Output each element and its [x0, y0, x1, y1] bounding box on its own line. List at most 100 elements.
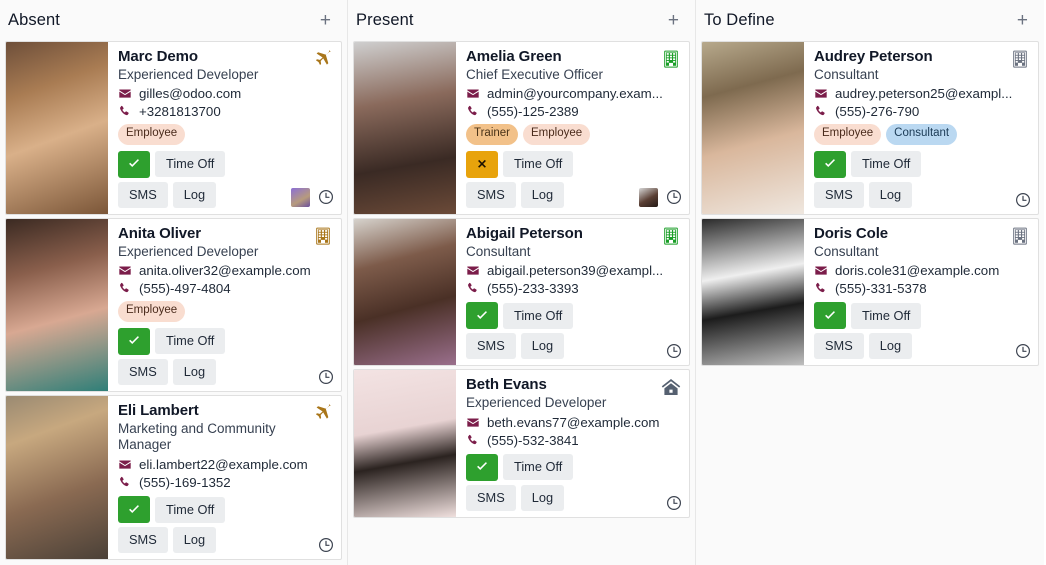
attendance-toggle-button[interactable] — [118, 328, 150, 355]
add-card-button[interactable]: + — [666, 11, 681, 30]
secondary-actions: SMS Log — [466, 485, 681, 511]
time-off-button[interactable]: Time Off — [503, 303, 573, 329]
card-body: Beth Evans Experienced Developer beth.ev… — [456, 370, 689, 516]
sms-button[interactable]: SMS — [814, 182, 864, 208]
employee-name: Abigail Peterson — [466, 225, 583, 243]
employee-card[interactable]: Anita Oliver Experienced Developer anita… — [5, 218, 342, 392]
employee-phone-row[interactable]: +3281813700 — [118, 104, 333, 119]
log-button[interactable]: Log — [521, 182, 564, 208]
clock-icon[interactable] — [318, 537, 334, 553]
attendance-toggle-button[interactable] — [118, 151, 150, 178]
add-card-button[interactable]: + — [1015, 11, 1030, 30]
employee-phone-row[interactable]: (555)-497-4804 — [118, 281, 333, 296]
clock-icon[interactable] — [666, 189, 682, 205]
employee-card[interactable]: Amelia Green Chief Executive Officer adm… — [353, 41, 690, 215]
employee-email-row[interactable]: abigail.peterson39@exampl... — [466, 263, 681, 278]
attendance-toggle-button[interactable] — [814, 302, 846, 329]
tag-list: Employee — [118, 124, 333, 145]
time-off-button[interactable]: Time Off — [851, 151, 921, 177]
employee-card[interactable]: Audrey Peterson Consultant audrey.peters… — [701, 41, 1039, 215]
employee-phone-row[interactable]: (555)-233-3393 — [466, 281, 681, 296]
attendance-toggle-button[interactable] — [814, 151, 846, 178]
employee-email-row[interactable]: eli.lambert22@example.com — [118, 457, 333, 472]
phone-icon — [466, 105, 480, 118]
sms-button[interactable]: SMS — [118, 527, 168, 553]
card-name-row: Beth Evans Experienced Developer — [466, 376, 681, 411]
card-body: Marc Demo Experienced Developer gilles@o… — [108, 42, 341, 214]
sms-button[interactable]: SMS — [466, 333, 516, 359]
time-off-button[interactable]: Time Off — [155, 497, 225, 523]
tag-employee[interactable]: Employee — [118, 301, 185, 322]
time-off-button[interactable]: Time Off — [851, 303, 921, 329]
card-name-row: Anita Oliver Experienced Developer — [118, 225, 333, 260]
clock-icon[interactable] — [666, 343, 682, 359]
employee-email-row[interactable]: beth.evans77@example.com — [466, 415, 681, 430]
log-button[interactable]: Log — [521, 485, 564, 511]
secondary-actions: SMS Log — [814, 182, 1030, 208]
tag-employee[interactable]: Employee — [814, 124, 881, 145]
envelope-icon — [118, 458, 132, 471]
sms-button[interactable]: SMS — [814, 333, 864, 359]
employee-phone-row[interactable]: (555)-169-1352 — [118, 475, 333, 490]
log-button[interactable]: Log — [869, 333, 912, 359]
employee-email: admin@yourcompany.exam... — [487, 86, 663, 101]
time-off-button[interactable]: Time Off — [155, 328, 225, 354]
employee-card[interactable]: Eli Lambert Marketing and Community Mana… — [5, 395, 342, 560]
log-button[interactable]: Log — [173, 182, 216, 208]
employee-phone-row[interactable]: (555)-331-5378 — [814, 281, 1030, 296]
employee-email-row[interactable]: audrey.peterson25@exampl... — [814, 86, 1030, 101]
assignee-avatar[interactable] — [638, 187, 659, 208]
employee-name: Amelia Green — [466, 48, 603, 66]
log-button[interactable]: Log — [173, 359, 216, 385]
time-off-button[interactable]: Time Off — [155, 151, 225, 177]
employee-name: Beth Evans — [466, 376, 606, 394]
employee-email: audrey.peterson25@exampl... — [835, 86, 1012, 101]
employee-phone-row[interactable]: (555)-125-2389 — [466, 104, 681, 119]
phone-icon — [118, 476, 132, 489]
tag-employee[interactable]: Employee — [523, 124, 590, 145]
time-off-button[interactable]: Time Off — [503, 151, 573, 177]
secondary-actions: SMS Log — [814, 333, 1030, 359]
tag-employee[interactable]: Employee — [118, 124, 185, 145]
employee-photo — [702, 42, 804, 214]
sms-button[interactable]: SMS — [466, 182, 516, 208]
attendance-toggle-button[interactable] — [466, 454, 498, 481]
add-card-button[interactable]: + — [318, 11, 333, 30]
attendance-toggle-button[interactable] — [466, 302, 498, 329]
clock-icon[interactable] — [318, 189, 334, 205]
column-cards-to-define: Audrey Peterson Consultant audrey.peters… — [696, 41, 1044, 565]
clock-icon[interactable] — [318, 369, 334, 385]
log-button[interactable]: Log — [173, 527, 216, 553]
column-cards-present: Amelia Green Chief Executive Officer adm… — [348, 41, 695, 565]
sms-button[interactable]: SMS — [466, 485, 516, 511]
sms-button[interactable]: SMS — [118, 359, 168, 385]
time-off-button[interactable]: Time Off — [503, 454, 573, 480]
column-header-to-define: To Define+ — [696, 0, 1044, 41]
attendance-toggle-button[interactable] — [466, 151, 498, 178]
clock-icon[interactable] — [1015, 343, 1031, 359]
phone-icon — [814, 282, 828, 295]
tag-list: Employee — [118, 301, 333, 322]
assignee-avatar[interactable] — [290, 187, 311, 208]
employee-card[interactable]: Marc Demo Experienced Developer gilles@o… — [5, 41, 342, 215]
employee-email-row[interactable]: doris.cole31@example.com — [814, 263, 1030, 278]
employee-card[interactable]: Beth Evans Experienced Developer beth.ev… — [353, 369, 690, 517]
clock-icon[interactable] — [666, 495, 682, 511]
tag-consultant[interactable]: Consultant — [886, 124, 957, 145]
employee-phone-row[interactable]: (555)-532-3841 — [466, 433, 681, 448]
attendance-toggle-button[interactable] — [118, 496, 150, 523]
home-icon — [661, 377, 681, 397]
employee-card[interactable]: Abigail Peterson Consultant abigail.pete… — [353, 218, 690, 366]
employee-phone-row[interactable]: (555)-276-790 — [814, 104, 1030, 119]
clock-icon[interactable] — [1015, 192, 1031, 208]
column-cards-absent: Marc Demo Experienced Developer gilles@o… — [0, 41, 347, 565]
employee-email-row[interactable]: gilles@odoo.com — [118, 86, 333, 101]
employee-email-row[interactable]: anita.oliver32@example.com — [118, 263, 333, 278]
employee-email-row[interactable]: admin@yourcompany.exam... — [466, 86, 681, 101]
sms-button[interactable]: SMS — [118, 182, 168, 208]
secondary-actions: SMS Log — [118, 359, 333, 385]
employee-card[interactable]: Doris Cole Consultant doris.cole31@examp… — [701, 218, 1039, 366]
log-button[interactable]: Log — [521, 333, 564, 359]
tag-trainer[interactable]: Trainer — [466, 124, 518, 145]
log-button[interactable]: Log — [869, 182, 912, 208]
